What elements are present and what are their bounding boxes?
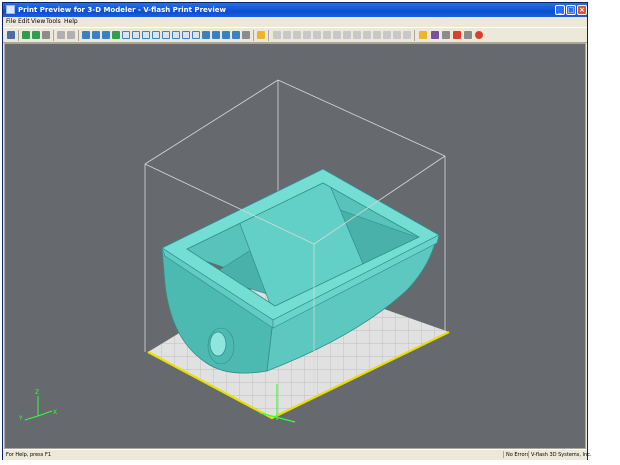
view-iso-icon[interactable] [112, 31, 120, 39]
add-part-icon[interactable] [22, 31, 30, 39]
build-settings-icon[interactable] [419, 31, 427, 39]
menu-file[interactable]: File [6, 18, 16, 25]
menu-bar: File Edit View Tools Help [3, 17, 587, 26]
redo-icon[interactable] [67, 31, 75, 39]
menu-help[interactable]: Help [64, 18, 78, 25]
open-icon[interactable] [7, 31, 15, 39]
menu-edit[interactable]: Edit [18, 18, 30, 25]
layout-icon[interactable] [257, 31, 265, 39]
zoom-window-icon[interactable] [232, 31, 240, 39]
rotate-icon[interactable] [283, 31, 291, 39]
annotate-icon[interactable] [383, 31, 391, 39]
remove-part-icon[interactable] [42, 31, 50, 39]
view-front-icon[interactable] [82, 31, 90, 39]
report-icon[interactable] [464, 31, 472, 39]
pan-icon[interactable] [242, 31, 250, 39]
toolbar-separator [414, 30, 415, 41]
view-bottom-icon[interactable] [132, 31, 140, 39]
app-icon [6, 5, 15, 14]
app-window: Print Preview for 3-D Modeler - V-flash … [2, 2, 592, 460]
view-left-icon[interactable] [102, 31, 110, 39]
repair-icon[interactable] [403, 31, 411, 39]
material-icon[interactable] [431, 31, 439, 39]
title-bar[interactable]: Print Preview for 3-D Modeler - V-flash … [3, 3, 587, 17]
view-back-icon[interactable] [92, 31, 100, 39]
scene-canvas[interactable]: Z X Y [5, 44, 585, 448]
measure-icon[interactable] [373, 31, 381, 39]
printer-icon[interactable] [442, 31, 450, 39]
axis-label-y: Y [18, 415, 23, 422]
window-title: Print Preview for 3-D Modeler - V-flash … [18, 6, 226, 14]
toolbar-separator [53, 30, 54, 41]
close-button[interactable]: × [577, 5, 587, 15]
toolbar-separator [78, 30, 79, 41]
toolbar-separator [18, 30, 19, 41]
stop-icon[interactable] [475, 31, 483, 39]
view-box-icon[interactable] [162, 31, 170, 39]
slice-icon[interactable] [353, 31, 361, 39]
mirror-icon[interactable] [303, 31, 311, 39]
drop-icon[interactable] [333, 31, 341, 39]
view-wire-icon[interactable] [182, 31, 190, 39]
toolbar [3, 27, 587, 43]
minimize-button[interactable]: _ [555, 5, 565, 15]
menu-tools[interactable]: Tools [46, 18, 61, 25]
move-icon[interactable] [273, 31, 281, 39]
estimate-icon[interactable] [453, 31, 461, 39]
toolbar-separator [253, 30, 254, 41]
zoom-in-icon[interactable] [202, 31, 210, 39]
zoom-fit-icon[interactable] [222, 31, 230, 39]
view-top-icon[interactable] [122, 31, 130, 39]
axis-label-z: Z [35, 389, 39, 396]
duplicate-part-icon[interactable] [32, 31, 40, 39]
status-separator [503, 451, 504, 458]
view-solid-icon[interactable] [192, 31, 200, 39]
view-cube-icon[interactable] [152, 31, 160, 39]
status-bar: For Help, press F1 No Errors V-flash 3D … [3, 449, 592, 460]
orient-icon[interactable] [343, 31, 351, 39]
3d-viewport[interactable]: Z X Y [4, 43, 586, 449]
scale-icon[interactable] [293, 31, 301, 39]
align-icon[interactable] [313, 31, 321, 39]
status-errors: No Errors [506, 452, 530, 458]
support-icon[interactable] [363, 31, 371, 39]
view-right-icon[interactable] [142, 31, 150, 39]
zoom-out-icon[interactable] [212, 31, 220, 39]
toolbar-separator [268, 30, 269, 41]
center-icon[interactable] [323, 31, 331, 39]
menu-view[interactable]: View [31, 18, 45, 25]
view-frame-icon[interactable] [172, 31, 180, 39]
axis-label-x: X [53, 409, 57, 416]
section-icon[interactable] [393, 31, 401, 39]
undo-icon[interactable] [57, 31, 65, 39]
status-separator [528, 451, 529, 458]
orientation-triad [24, 396, 53, 421]
status-vendor: V-flash 3D Systems, Inc. [531, 452, 592, 458]
status-help: For Help, press F1 [6, 452, 52, 458]
maximize-button[interactable]: □ [566, 5, 576, 15]
